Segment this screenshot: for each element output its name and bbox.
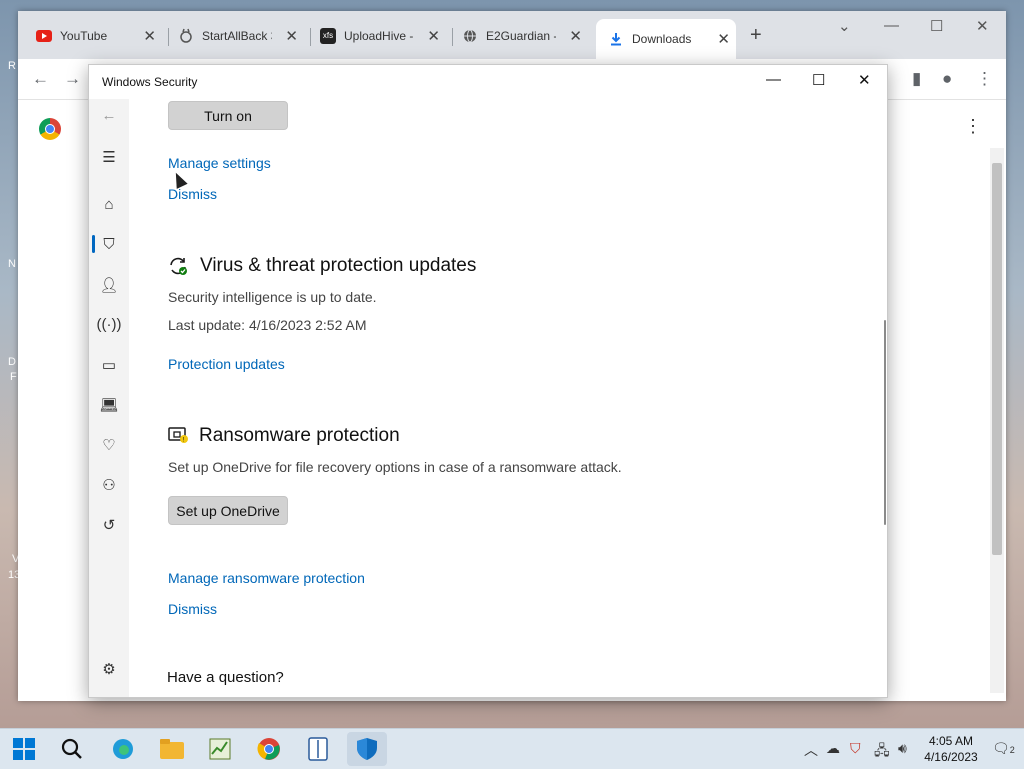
close-tab-icon[interactable]: ✕ (569, 27, 582, 45)
download-icon (608, 31, 624, 47)
maximize-icon[interactable]: ☐ (812, 71, 825, 89)
volume-icon[interactable]: 🔊︎ (898, 740, 907, 757)
forward-arrow-icon[interactable]: → (64, 69, 81, 89)
close-tab-icon[interactable]: ✕ (427, 27, 440, 45)
notification-count: 2 (1009, 745, 1015, 755)
app-browser-control-icon[interactable]: ▭ (89, 356, 129, 374)
device-health-icon[interactable]: ♡ (89, 436, 129, 454)
security-warning-icon[interactable]: ⛉ (850, 740, 861, 757)
protection-history-icon[interactable]: ↺ (89, 516, 129, 534)
more-options-icon[interactable]: ⋮ (964, 116, 982, 137)
back-arrow-icon[interactable]: ← (32, 69, 49, 89)
maximize-icon[interactable]: ☐ (930, 17, 943, 35)
minimize-icon[interactable]: — (766, 71, 781, 88)
tab-search-icon[interactable]: ⌄ (838, 17, 851, 35)
system-clock[interactable]: 4:05 AM 4/16/2023 (920, 733, 982, 765)
desktop-label: D (8, 356, 16, 368)
content-scrollbar[interactable] (884, 320, 886, 525)
tab-label: E2Guardian - A (486, 28, 556, 43)
dismiss-link[interactable]: Dismiss (168, 186, 217, 202)
tab-divider (310, 28, 311, 46)
file-explorer-icon[interactable] (159, 736, 185, 762)
tab-label: UploadHive - F (344, 28, 414, 43)
device-security-icon[interactable]: 💻︎ (89, 396, 129, 414)
back-arrow-icon[interactable]: ← (89, 107, 129, 124)
home-icon[interactable]: ⌂ (89, 196, 129, 213)
youtube-icon (36, 28, 52, 44)
tab-label: Downloads (632, 32, 692, 46)
search-icon[interactable] (59, 736, 85, 762)
close-tab-icon[interactable]: ✕ (143, 27, 156, 45)
ransomware-heading: Ransomware protection (199, 425, 400, 446)
task-manager-icon[interactable] (207, 736, 233, 762)
desktop-label: F (10, 371, 17, 383)
manage-settings-link[interactable]: Manage settings (168, 155, 271, 171)
tab-label: YouTube (60, 28, 108, 43)
clock-time: 4:05 AM (928, 734, 974, 748)
ransomware-description: Set up OneDrive for file recovery option… (168, 459, 622, 475)
navigation-pane: ← ☰ ⌂ ⛉ 👤︎ ((·)) ▭ 💻︎ ♡ ⚇ ↺ ⚙ (89, 99, 129, 697)
tab-youtube[interactable]: YouTube ✕ (36, 22, 162, 49)
minimize-icon[interactable]: — (884, 17, 899, 34)
updates-status: Security intelligence is up to date. (168, 289, 377, 305)
account-person-icon[interactable]: 👤︎ (89, 276, 129, 294)
startallback-icon (178, 28, 194, 44)
have-a-question-heading: Have a question? (167, 669, 284, 686)
notepad-book-icon[interactable] (305, 736, 331, 762)
chrome-icon[interactable] (256, 736, 282, 762)
tab-e2guardian[interactable]: E2Guardian - A ✕ (462, 22, 588, 49)
tab-bar: YouTube ✕ StartAllBack 3.6 ✕ xfs UploadH… (18, 11, 1006, 59)
close-tab-icon[interactable]: ✕ (285, 27, 298, 45)
edge-icon[interactable] (110, 736, 136, 762)
tab-uploadhive[interactable]: xfs UploadHive - F ✕ (320, 22, 446, 49)
refresh-shield-icon (168, 256, 188, 276)
ransomware-icon: ! (168, 426, 188, 446)
dismiss-link[interactable]: Dismiss (168, 601, 217, 617)
close-icon[interactable]: ✕ (976, 17, 989, 35)
setup-onedrive-button[interactable]: Set up OneDrive (168, 496, 288, 525)
window-title: Windows Security (102, 75, 198, 89)
scrollbar-thumb[interactable] (992, 163, 1002, 555)
tab-downloads[interactable]: Downloads ✕ (596, 19, 736, 59)
tab-startallback[interactable]: StartAllBack 3.6 ✕ (178, 22, 304, 49)
xfs-icon: xfs (320, 27, 336, 44)
close-icon[interactable]: ✕ (858, 71, 871, 89)
turn-on-button[interactable]: Turn on (168, 101, 288, 130)
updates-heading: Virus & threat protection updates (200, 255, 477, 276)
profile-icon[interactable]: ● (942, 69, 952, 89)
side-panel-icon[interactable]: ▮ (912, 69, 921, 89)
protection-updates-link[interactable]: Protection updates (168, 356, 285, 372)
windows-security-taskbar-icon[interactable] (347, 732, 387, 766)
settings-gear-icon[interactable]: ⚙ (89, 660, 129, 678)
manage-ransomware-link[interactable]: Manage ransomware protection (168, 570, 365, 586)
tab-label: StartAllBack 3.6 (202, 28, 272, 43)
chrome-logo-icon (39, 118, 61, 140)
tab-divider (452, 28, 453, 46)
network-icon[interactable]: 🖧︎ (874, 740, 890, 764)
family-options-icon[interactable]: ⚇ (89, 476, 129, 494)
start-windows-icon[interactable] (11, 736, 37, 762)
desktop-label: R (8, 60, 16, 72)
hamburger-menu-icon[interactable]: ☰ (89, 148, 129, 166)
last-update-text: Last update: 4/16/2023 2:52 AM (168, 317, 367, 333)
show-hidden-icons-chevron-icon[interactable]: ︿ (804, 740, 818, 760)
globe-icon (462, 28, 478, 44)
tab-divider (168, 28, 169, 46)
page-scrollbar[interactable] (990, 148, 1004, 693)
new-tab-button[interactable]: + (750, 24, 762, 47)
clock-date: 4/16/2023 (924, 750, 978, 764)
shield-icon[interactable]: ⛉ (89, 236, 129, 253)
windows-security-window: Windows Security — ☐ ✕ ← ☰ ⌂ ⛉ 👤︎ ((·)) … (88, 64, 888, 698)
taskbar: ︿ ☁ ⛉ 🖧︎ 🔊︎ 4:05 AM 4/16/2023 🗨︎2 (0, 728, 1024, 769)
close-tab-icon[interactable]: ✕ (717, 30, 730, 48)
notifications-icon[interactable]: 🗨︎2 (992, 740, 1015, 757)
desktop-label: N (8, 258, 16, 270)
chrome-menu-icon[interactable]: ⋮ (976, 69, 993, 89)
firewall-network-icon[interactable]: ((·)) (89, 316, 129, 333)
onedrive-offline-icon[interactable]: ☁ (826, 740, 840, 757)
